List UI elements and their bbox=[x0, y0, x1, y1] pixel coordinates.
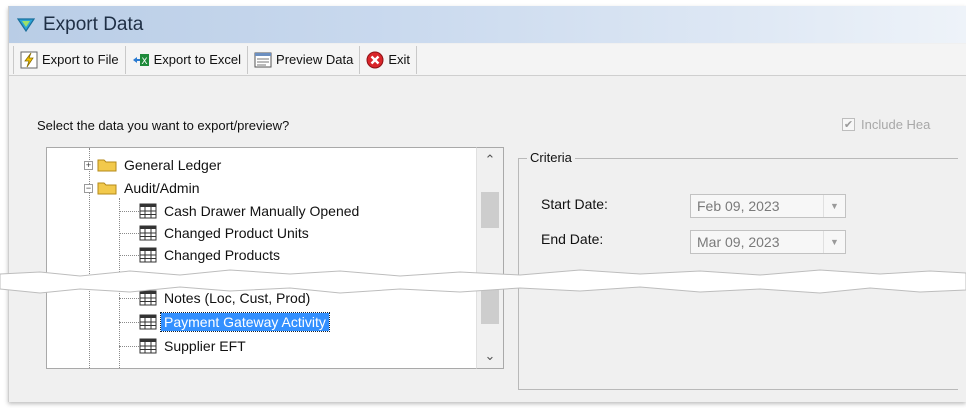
tree-connector bbox=[119, 322, 141, 323]
folder-icon bbox=[97, 159, 117, 172]
criteria-group: Criteria bbox=[518, 150, 958, 390]
preview-data-label: Preview Data bbox=[276, 52, 354, 67]
tree-item-selected[interactable]: Payment Gateway Activity bbox=[139, 312, 330, 332]
chevron-down-icon[interactable]: ▼ bbox=[823, 231, 845, 253]
exit-label: Exit bbox=[388, 52, 411, 67]
exit-button[interactable]: Exit bbox=[360, 45, 418, 74]
collapse-icon[interactable]: − bbox=[84, 183, 93, 193]
tree-item-label: Payment Gateway Activity bbox=[160, 312, 330, 332]
tree-node-label: Audit/Admin bbox=[124, 180, 200, 196]
select-data-prompt: Select the data you want to export/previ… bbox=[37, 118, 290, 133]
data-tree-view[interactable]: + General Ledger − Audit/Admin Cash Draw… bbox=[46, 147, 504, 369]
export-to-excel-button[interactable]: X Export to Excel bbox=[126, 45, 249, 74]
table-icon bbox=[139, 338, 157, 354]
tree-item[interactable]: Notes (Loc, Cust, Prod) bbox=[139, 288, 313, 308]
table-icon bbox=[139, 225, 157, 241]
tree-connector bbox=[119, 298, 141, 299]
tree-item-label: Changed Products bbox=[164, 247, 280, 263]
table-icon bbox=[139, 314, 157, 330]
svg-text:X: X bbox=[141, 57, 147, 67]
end-date-label: End Date: bbox=[541, 231, 604, 247]
title-bar: Export Data bbox=[9, 6, 966, 43]
tree-item[interactable]: Cash Drawer Manually Opened bbox=[139, 201, 362, 221]
tree-connector bbox=[119, 211, 141, 212]
table-icon bbox=[139, 290, 157, 306]
scroll-up-icon[interactable]: ⌃ bbox=[477, 150, 503, 170]
tree-node-audit-admin[interactable]: − Audit/Admin bbox=[84, 178, 202, 198]
scroll-thumb-lower[interactable] bbox=[481, 288, 499, 324]
scroll-thumb[interactable] bbox=[481, 192, 499, 228]
table-icon bbox=[139, 203, 157, 219]
app-logo-icon bbox=[17, 17, 35, 32]
tree-connector bbox=[119, 233, 141, 234]
end-date-value: Mar 09, 2023 bbox=[697, 234, 780, 250]
tree-connector bbox=[119, 255, 141, 256]
include-headers-checkbox[interactable]: ✔ Include Hea bbox=[842, 117, 930, 132]
tree-scrollbar[interactable]: ⌃ ⌄ bbox=[476, 147, 504, 369]
checkmark-icon: ✔ bbox=[842, 118, 855, 131]
tree-connector bbox=[119, 198, 120, 368]
export-to-file-button[interactable]: Export to File bbox=[13, 45, 126, 74]
toolbar: Export to File X Export to Excel Preview… bbox=[9, 44, 966, 76]
export-to-file-label: Export to File bbox=[42, 52, 119, 67]
start-date-label: Start Date: bbox=[541, 196, 608, 212]
end-date-dropdown[interactable]: Mar 09, 2023 ▼ bbox=[690, 230, 846, 254]
start-date-dropdown[interactable]: Feb 09, 2023 ▼ bbox=[690, 194, 846, 218]
preview-data-button[interactable]: Preview Data bbox=[248, 45, 361, 74]
tree-item[interactable]: Changed Product Units bbox=[139, 223, 312, 243]
scroll-down-icon[interactable]: ⌄ bbox=[477, 346, 503, 366]
tree-item-label: Supplier EFT bbox=[164, 338, 246, 354]
tree-node-label: General Ledger bbox=[124, 157, 222, 173]
close-icon bbox=[366, 51, 384, 69]
table-icon bbox=[139, 247, 157, 263]
folder-open-icon bbox=[97, 182, 117, 195]
excel-icon: X bbox=[132, 51, 150, 69]
tree-item[interactable]: Supplier EFT bbox=[139, 336, 249, 356]
lightning-icon bbox=[20, 51, 38, 69]
tree-connector bbox=[119, 346, 141, 347]
include-headers-label: Include Hea bbox=[861, 117, 931, 132]
tree-item-label: Changed Product Units bbox=[164, 225, 309, 241]
tree-item-label: Cash Drawer Manually Opened bbox=[164, 203, 360, 219]
criteria-legend: Criteria bbox=[527, 150, 575, 165]
window-title: Export Data bbox=[43, 13, 144, 35]
expand-icon[interactable]: + bbox=[84, 160, 93, 170]
preview-icon bbox=[254, 51, 272, 69]
tree-node-general-ledger[interactable]: + General Ledger bbox=[84, 155, 224, 175]
export-to-excel-label: Export to Excel bbox=[153, 52, 242, 67]
tree-item[interactable]: Changed Products bbox=[139, 245, 283, 265]
tree-item-label: Notes (Loc, Cust, Prod) bbox=[164, 290, 311, 306]
chevron-down-icon[interactable]: ▼ bbox=[823, 195, 845, 217]
start-date-value: Feb 09, 2023 bbox=[697, 198, 780, 214]
